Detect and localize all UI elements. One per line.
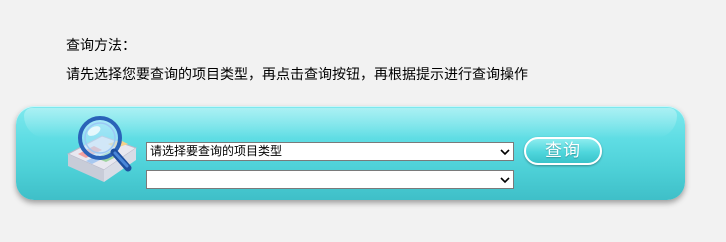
page: 查询方法： 请先选择您要查询的项目类型，再点击查询按钮，再根据提示进行查询操作 (0, 0, 726, 242)
magnifier-icon (66, 116, 138, 182)
project-item-select[interactable] (146, 170, 514, 189)
method-title: 查询方法： (66, 38, 136, 54)
search-panel: 请选择要查询的项目类型 查询 (16, 106, 685, 200)
chevron-down-icon (500, 149, 510, 156)
project-type-select[interactable]: 请选择要查询的项目类型 (146, 142, 514, 161)
method-description: 请先选择您要查询的项目类型，再点击查询按钮，再根据提示进行查询操作 (66, 67, 528, 83)
chevron-down-icon (500, 177, 510, 184)
query-button[interactable]: 查询 (524, 137, 602, 165)
project-type-selected-value: 请选择要查询的项目类型 (150, 144, 283, 158)
